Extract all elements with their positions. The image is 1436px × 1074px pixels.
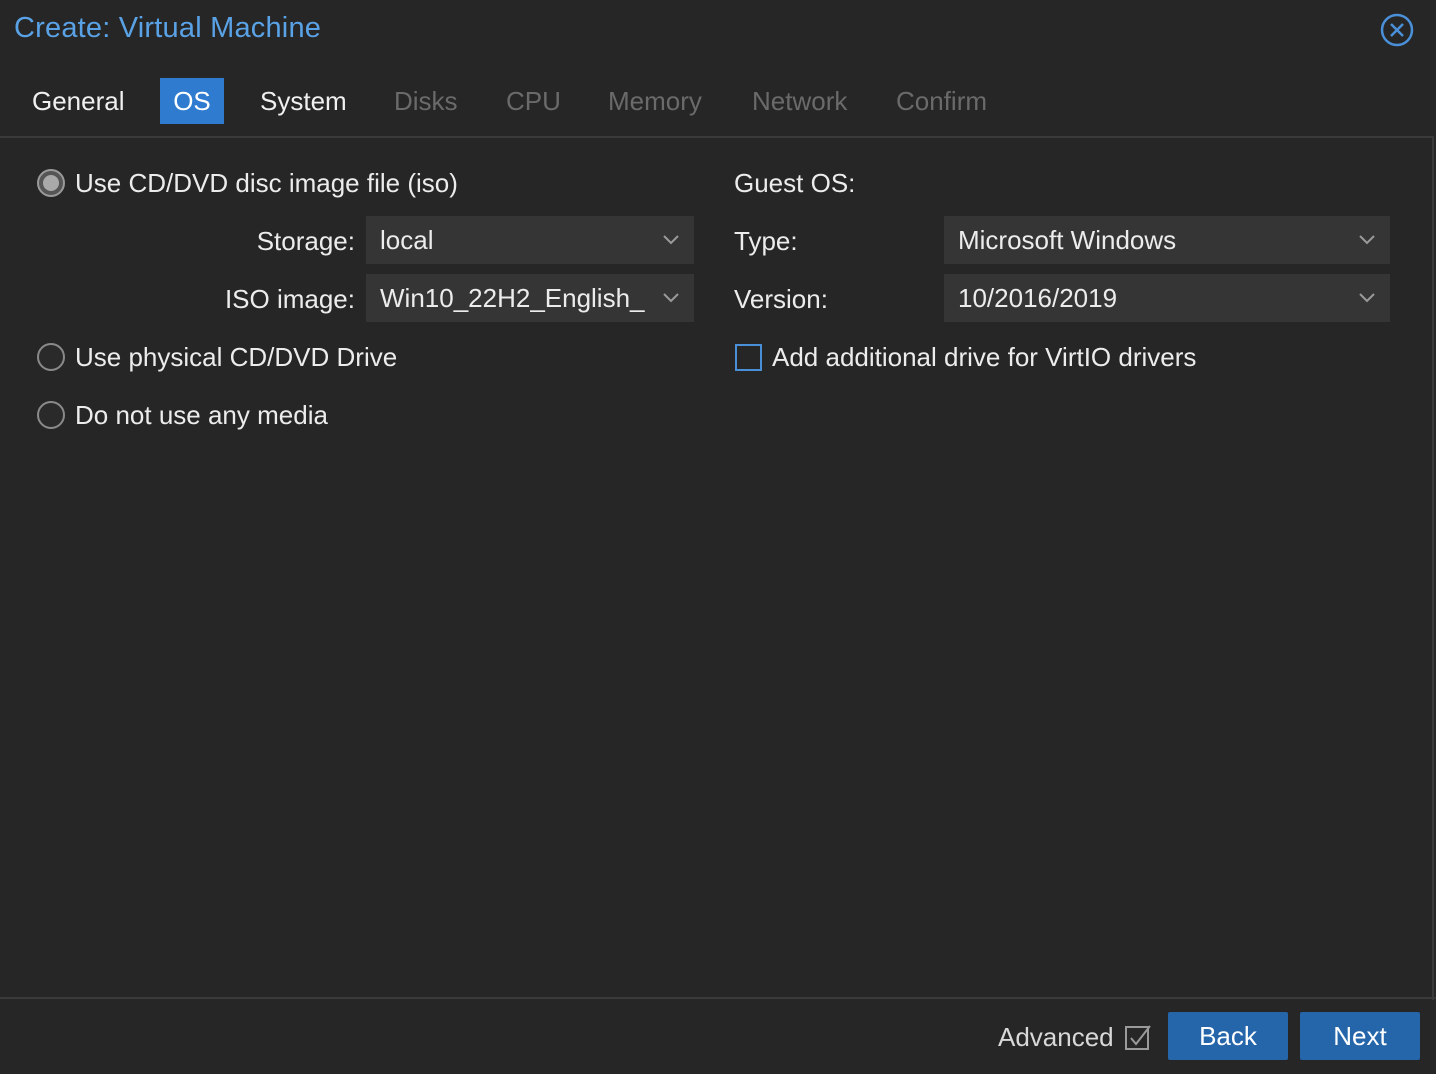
no-media-radio[interactable] bbox=[37, 401, 65, 429]
tab-general[interactable]: General bbox=[18, 78, 139, 124]
os-type-select[interactable]: Microsoft Windows bbox=[944, 216, 1390, 264]
guest-os-heading: Guest OS: bbox=[734, 168, 856, 198]
chevron-down-icon bbox=[1359, 235, 1375, 245]
iso-image-label: ISO image: bbox=[224, 284, 355, 314]
dialog-titlebar: Create: Virtual Machine bbox=[0, 0, 1436, 62]
physical-drive-radio[interactable] bbox=[37, 343, 65, 371]
storage-label: Storage: bbox=[256, 226, 355, 256]
advanced-checkbox[interactable] bbox=[1124, 1023, 1152, 1051]
wizard-tabs: General OS System Disks CPU Memory Netwo… bbox=[0, 78, 1436, 124]
dialog-title: Create: Virtual Machine bbox=[14, 12, 322, 44]
no-media-radio-label: Do not use any media bbox=[75, 399, 328, 430]
back-button[interactable]: Back bbox=[1168, 1012, 1288, 1060]
iso-radio[interactable] bbox=[37, 169, 65, 197]
tab-network[interactable]: Network bbox=[738, 78, 861, 124]
no-media-radio-option[interactable]: Do not use any media bbox=[37, 398, 328, 432]
chevron-down-icon bbox=[1359, 293, 1375, 303]
advanced-toggle[interactable]: Advanced bbox=[998, 1020, 1152, 1054]
storage-value: local bbox=[380, 225, 434, 255]
advanced-label: Advanced bbox=[998, 1021, 1114, 1052]
chevron-down-icon bbox=[663, 293, 679, 303]
tab-system[interactable]: System bbox=[246, 78, 361, 124]
tab-divider bbox=[0, 136, 1432, 138]
close-button[interactable] bbox=[1380, 13, 1414, 47]
os-version-label: Version: bbox=[734, 284, 828, 314]
next-button[interactable]: Next bbox=[1300, 1012, 1420, 1060]
storage-select[interactable]: local bbox=[366, 216, 694, 264]
tab-cpu[interactable]: CPU bbox=[492, 78, 575, 124]
footer-divider bbox=[0, 997, 1436, 999]
virtio-drive-label: Add additional drive for VirtIO drivers bbox=[772, 341, 1197, 372]
chevron-down-icon bbox=[663, 235, 679, 245]
close-icon bbox=[1380, 13, 1414, 47]
virtio-drive-option[interactable]: Add additional drive for VirtIO drivers bbox=[735, 340, 1196, 374]
iso-radio-label: Use CD/DVD disc image file (iso) bbox=[75, 167, 458, 198]
panel-border bbox=[1432, 136, 1434, 1000]
os-version-select[interactable]: 10/2016/2019 bbox=[944, 274, 1390, 322]
create-vm-dialog: Create: Virtual Machine General OS Syste… bbox=[0, 0, 1436, 1074]
os-version-value: 10/2016/2019 bbox=[958, 283, 1118, 313]
tab-os[interactable]: OS bbox=[160, 78, 224, 124]
iso-radio-option[interactable]: Use CD/DVD disc image file (iso) bbox=[37, 166, 458, 200]
tab-disks[interactable]: Disks bbox=[380, 78, 472, 124]
iso-image-select[interactable]: Win10_22H2_English_ bbox=[366, 274, 694, 322]
os-type-label: Type: bbox=[734, 226, 798, 256]
physical-drive-radio-label: Use physical CD/DVD Drive bbox=[75, 341, 398, 372]
physical-drive-radio-option[interactable]: Use physical CD/DVD Drive bbox=[37, 340, 397, 374]
os-type-value: Microsoft Windows bbox=[958, 225, 1177, 255]
iso-image-value: Win10_22H2_English_ bbox=[380, 283, 645, 313]
virtio-drive-checkbox[interactable] bbox=[735, 343, 762, 371]
tab-memory[interactable]: Memory bbox=[594, 78, 716, 124]
tab-confirm[interactable]: Confirm bbox=[882, 78, 1001, 124]
